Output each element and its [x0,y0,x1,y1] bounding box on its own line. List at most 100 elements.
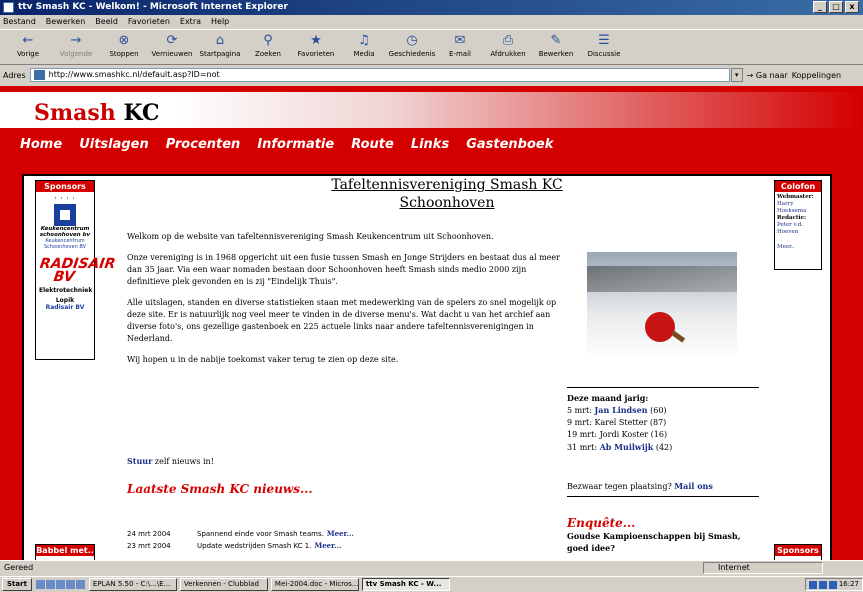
ad1-line4: Schoonhoven BV [43,244,87,250]
taskbar-task[interactable]: EPLAN 5.50 - C:\...\E... [88,578,177,591]
tray-icon[interactable] [828,580,837,589]
news-more-link[interactable]: Meer... [314,540,341,552]
start-button[interactable]: Start [2,578,32,591]
mail-ons-link[interactable]: Mail ons [674,481,713,491]
birthday-name-link[interactable]: Jan Lindsen [595,405,648,415]
menu-item-help[interactable]: Help [211,15,229,28]
colofon-meer-link[interactable]: Meer.. [777,244,819,251]
toolbar-button-favorieten[interactable]: ★ Favorieten [292,30,340,64]
address-dropdown-button[interactable]: ▾ [730,68,743,82]
toolbar-button-bewerken[interactable]: ✎ Bewerken [532,30,580,64]
taskbar-task[interactable]: Mei-2004.doc - Micros... [270,578,359,591]
address-input[interactable]: http://www.smashkc.nl/default.asp?ID=not [29,68,730,82]
intro-paragraph-1: Welkom op de website van tafeltennisvere… [127,232,494,241]
maximize-button[interactable]: □ [829,1,843,13]
nav-procenten[interactable]: Procenten [149,134,241,156]
page-title-line2: Schoonhoven [399,195,495,211]
nav-uitslagen[interactable]: Uitslagen [62,134,149,156]
logo-black-text: KC [115,100,160,126]
quick-launch [35,580,85,589]
birthday-age: (60) [650,406,667,415]
redactie-link[interactable]: Peter v.d. Hoeven [777,222,819,236]
keukencentrum-logo-icon [54,204,76,226]
taskbar-task[interactable]: Verkennen - Clubblad [179,578,268,591]
taskbar-task[interactable]: ttv Smash KC - W... [361,578,450,591]
nav-route[interactable]: Route [334,134,394,156]
toolbar-button-stoppen[interactable]: ⊗ Stoppen [100,30,148,64]
forward-arrow-icon: → [70,32,82,48]
content-panel: Sponsors ' ' ' ' Keukencentrum schoonhov… [22,174,832,560]
tray-icon[interactable] [808,580,817,589]
links-button[interactable]: Koppelingen [792,71,841,80]
menu-item-bewerken[interactable]: Bewerken [46,15,86,28]
sponsor-keukencentrum[interactable]: ' ' ' ' Keukencentrum schoonhoven bv Keu… [39,196,91,250]
quicklaunch-icon[interactable] [35,580,45,589]
toolbar-button-afdrukken[interactable]: ⎙ Afdrukken [484,30,532,64]
nav-home[interactable]: Home [0,134,62,156]
ad2-line2: Lopik [55,297,75,304]
birthday-name-link[interactable]: Ab Muilwijk [600,442,654,452]
go-button[interactable]: → Ga naar [747,71,788,80]
stop-icon: ⊗ [118,32,130,48]
toolbar-button-volgende[interactable]: → Volgende [52,30,100,64]
intro-paragraph-4: Wij hopen u in de nabije toekomst vaker … [127,355,399,364]
toolbar-button-zoeken[interactable]: ⚲ Zoeken [244,30,292,64]
toolbar-label: Bewerken [538,50,574,58]
sponsors2-box: Sponsors [774,544,822,560]
radisair-logo: RADISAIR BV [38,256,117,285]
browser-window: ttv Smash KC - Welkom! - Microsoft Inter… [0,0,863,592]
paddle-icon [645,312,675,342]
toolbar-button-vernieuwen[interactable]: ⟳ Vernieuwen [148,30,196,64]
ad2-link[interactable]: Radisair BV [39,304,91,311]
quicklaunch-icon[interactable] [45,580,55,589]
tray-icon[interactable] [818,580,827,589]
print-icon: ⎙ [502,32,514,48]
minimize-button[interactable]: _ [813,1,827,13]
toolbar-button-geschiedenis[interactable]: ◷ Geschiedenis [388,30,436,64]
nav-links[interactable]: Links [394,134,449,156]
address-url: http://www.smashkc.nl/default.asp?ID=not [48,70,220,79]
menu-bar: Bestand Bewerken Beeld Favorieten Extra Help [0,15,863,28]
news-more-link[interactable]: Meer... [327,528,354,540]
toolbar-button-vorige[interactable]: ← Vorige [4,30,52,64]
bezwaar-text: Bezwaar tegen plaatsing? [567,482,675,491]
toolbar-label: Startpagina [199,50,241,58]
nav-gastenboek[interactable]: Gastenboek [449,134,553,156]
redactie-label: Redactie: [777,215,806,221]
intro-paragraph-3: Alle uitslagen, standen en diverse stati… [127,298,557,343]
logo-red-text: Smash [34,100,116,126]
paddle-handle [670,330,686,343]
go-label: Ga naar [755,70,788,80]
quicklaunch-icon[interactable] [65,580,75,589]
stuur-link[interactable]: Stuur [127,456,152,466]
nav-informatie[interactable]: Informatie [240,134,334,156]
news-row: 23 mrt 2004 Update wedstrijden Smash KC 1… [127,540,547,552]
sun-rays-icon: ' ' ' ' [54,196,76,204]
close-button[interactable]: x [845,1,859,13]
bezwaar-line: Bezwaar tegen plaatsing? Mail ons [567,481,713,491]
menu-item-beeld[interactable]: Beeld [95,15,118,28]
birthday-heading: Deze maand jarig: [567,393,649,403]
photo-roof [587,266,737,292]
toolbar-label: Vernieuwen [151,50,193,58]
toolbar-button-email[interactable]: ✉ E-mail [436,30,484,64]
quicklaunch-icon[interactable] [75,580,85,589]
news-date: 23 mrt 2004 [127,542,171,550]
system-tray: 16:27 [804,578,863,591]
toolbar-button-discussie[interactable]: ☰ Discussie [580,30,628,64]
webmaster-link[interactable]: Harry Hoeksema [777,201,819,215]
toolbar-button-media[interactable]: ♫ Media [340,30,388,64]
news-row: 24 mrt 2004 Spannend einde voor Smash tea… [127,528,547,540]
menu-item-favorieten[interactable]: Favorieten [128,15,170,28]
menu-item-bestand[interactable]: Bestand [3,15,36,28]
enquete-heading: Enquête... [567,516,636,530]
status-text: Gereed [4,563,34,572]
toolbar-label: Media [353,50,375,58]
news-title: Spannend einde voor Smash teams. [197,530,324,538]
quicklaunch-icon[interactable] [55,580,65,589]
toolbar-button-startpagina[interactable]: ⌂ Startpagina [196,30,244,64]
menu-item-extra[interactable]: Extra [180,15,201,28]
sponsor-radisair[interactable]: RADISAIR BV Elektrotechniek Lopik Radisa… [38,256,117,311]
site-logo[interactable]: Smash KC [34,100,160,126]
sponsors-box: Sponsors ' ' ' ' Keukencentrum schoonhov… [35,180,117,360]
